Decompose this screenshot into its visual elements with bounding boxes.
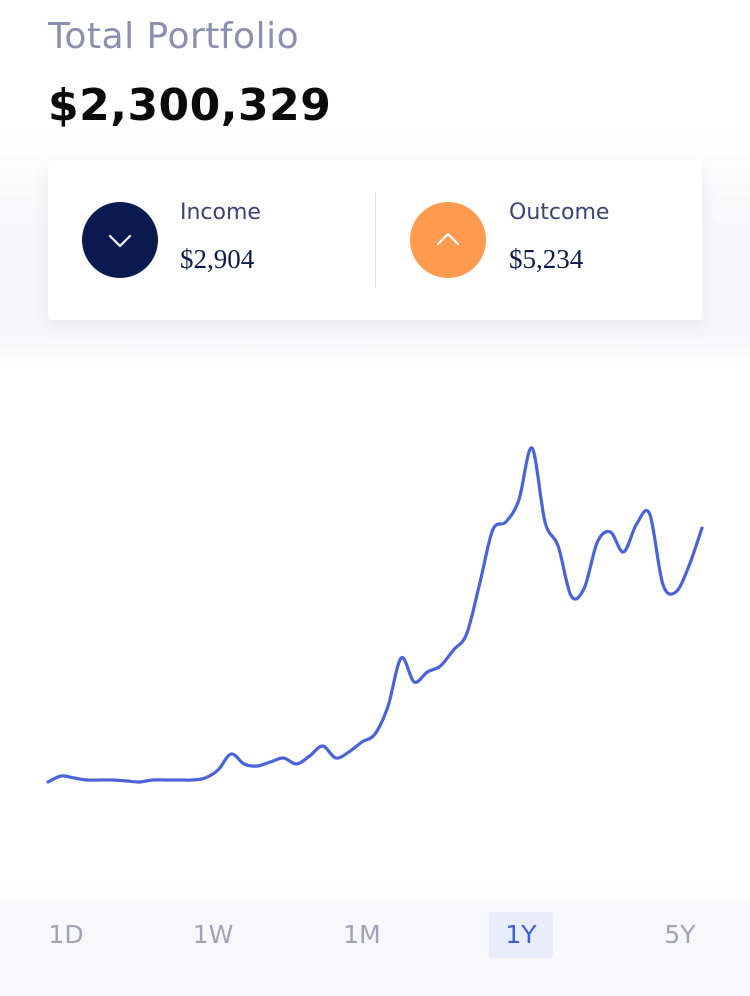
income-stat[interactable]: Income $2,904	[48, 160, 375, 320]
outcome-value: $5,234	[509, 244, 584, 274]
portfolio-chart	[0, 370, 750, 880]
range-1d-button[interactable]: 1D	[36, 912, 96, 958]
income-value: $2,904	[180, 244, 255, 274]
chevron-down-icon	[82, 202, 158, 278]
portfolio-header: Total Portfolio $2,300,329	[48, 14, 331, 134]
range-1m-button[interactable]: 1M	[332, 912, 392, 958]
income-outcome-card: Income $2,904 Outcome $5,234	[48, 160, 702, 320]
portfolio-total-value: $2,300,329	[48, 80, 332, 131]
portfolio-screen: Total Portfolio $2,300,329 Income $2,904…	[0, 0, 750, 996]
range-5y-button[interactable]: 5Y	[650, 912, 710, 958]
page-title: Total Portfolio	[48, 16, 300, 57]
chevron-up-icon	[410, 202, 486, 278]
range-1y-button[interactable]: 1Y	[489, 912, 553, 958]
time-range-selector: 1D 1W 1M 1Y 5Y	[0, 908, 750, 964]
outcome-label: Outcome	[509, 200, 610, 225]
outcome-stat[interactable]: Outcome $5,234	[375, 160, 702, 320]
portfolio-chart-svg	[46, 446, 704, 784]
income-label: Income	[180, 200, 261, 225]
portfolio-value-line	[46, 446, 704, 784]
range-1w-button[interactable]: 1W	[183, 912, 243, 958]
